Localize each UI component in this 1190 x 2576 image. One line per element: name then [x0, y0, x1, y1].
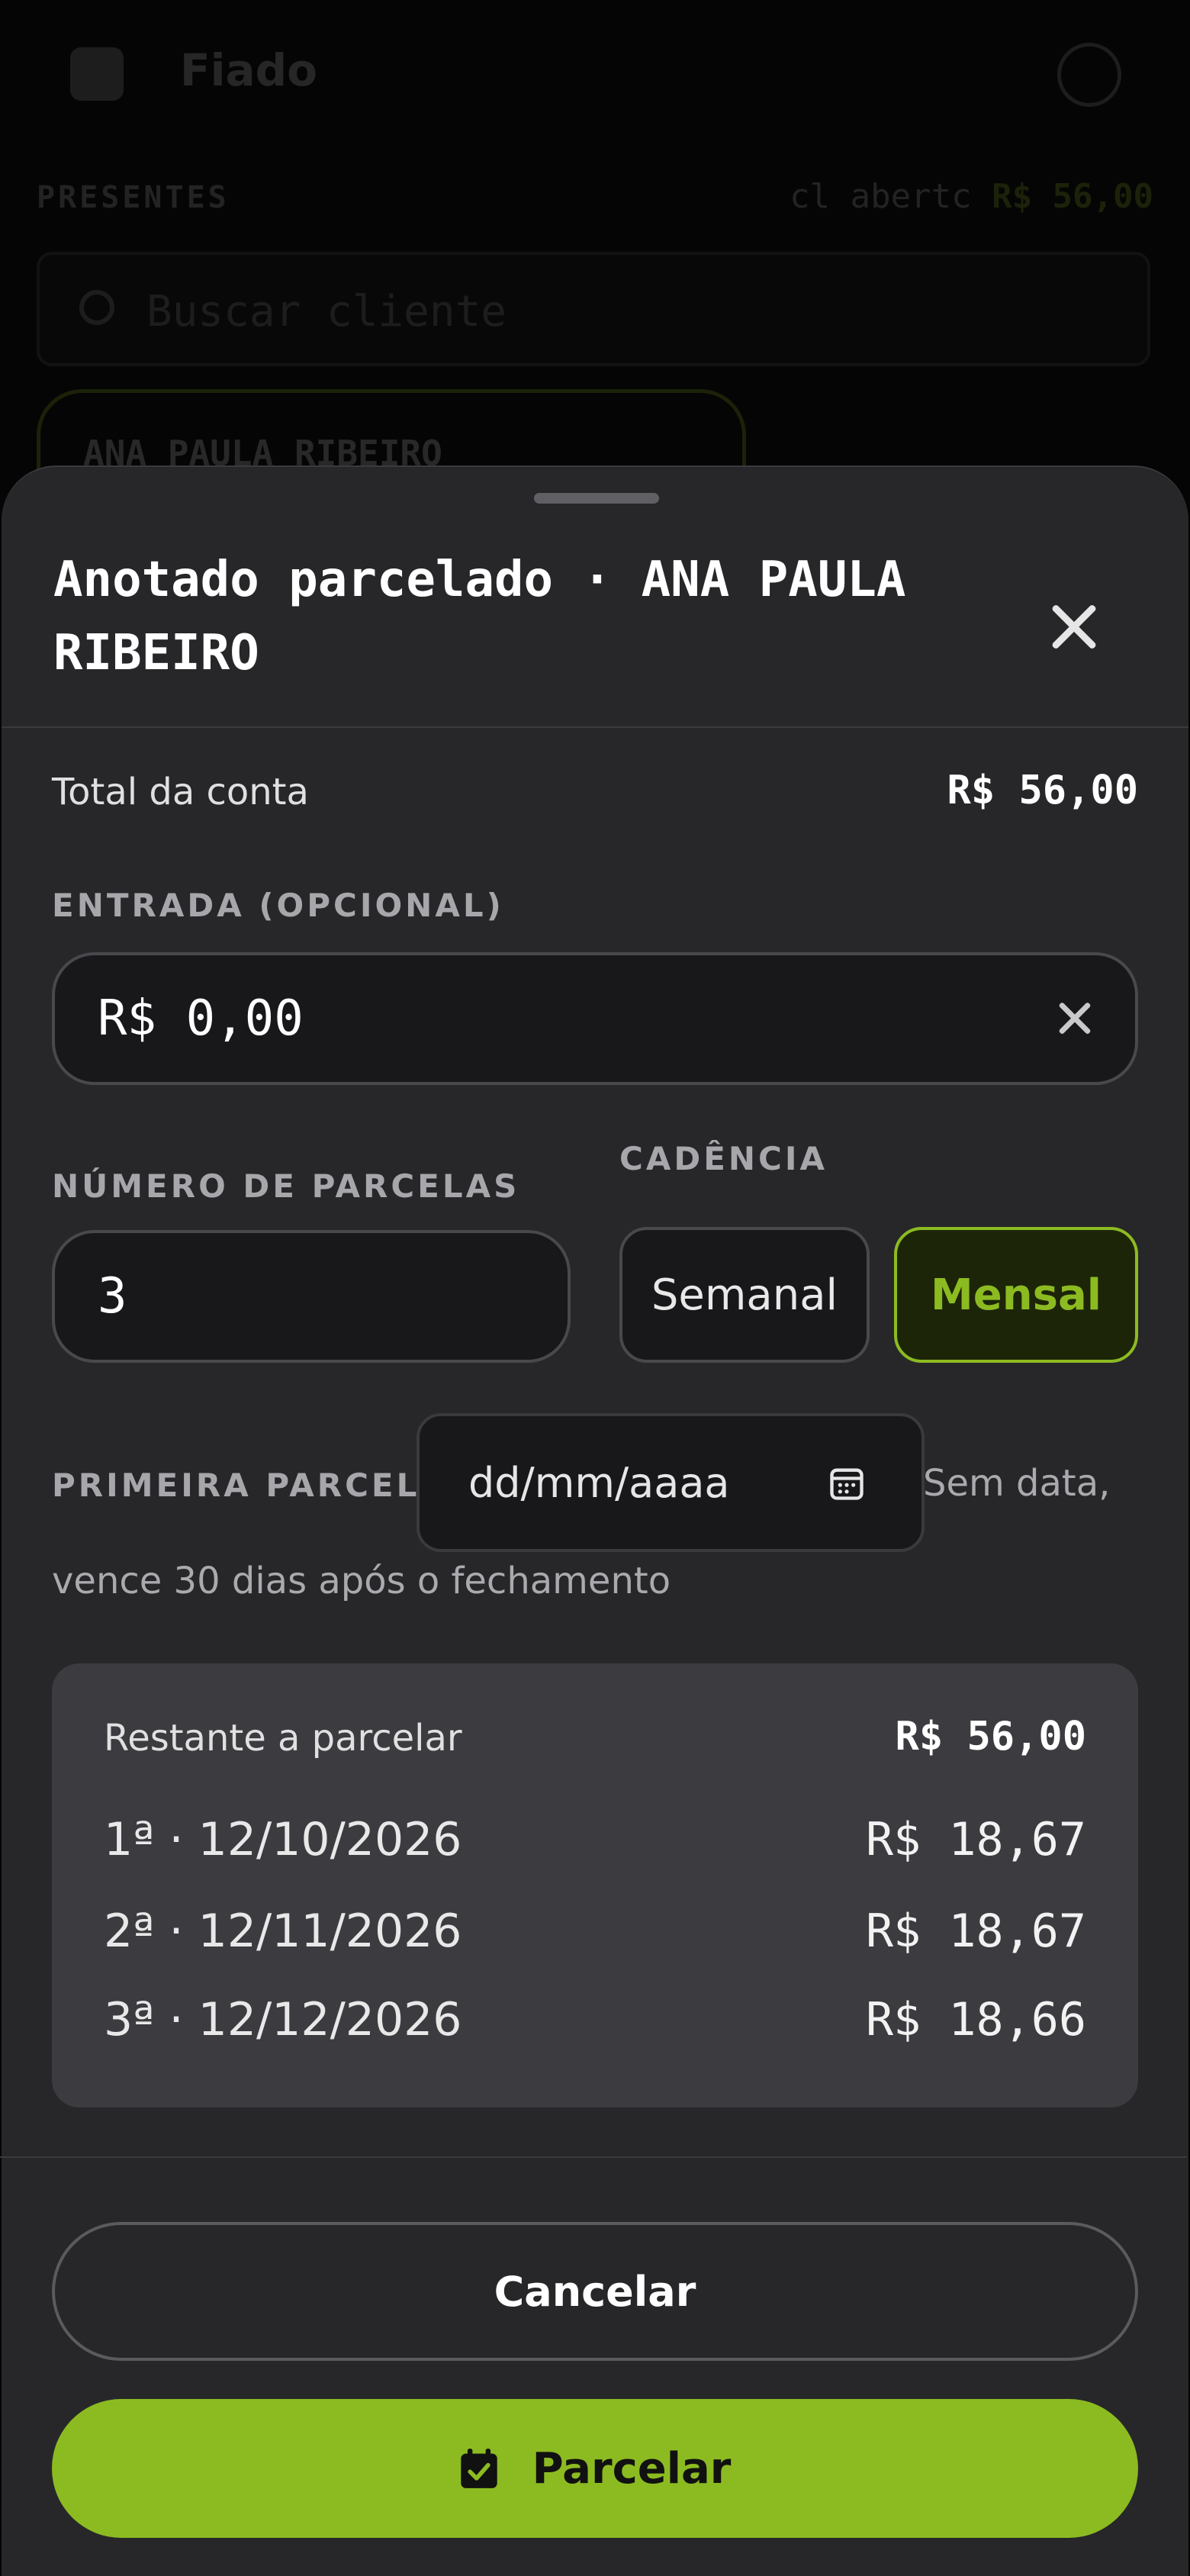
installment-row: 2ª · 12/11/2026 R$ 18,67	[104, 1905, 1086, 1966]
entrada-value[interactable]: R$ 0,00	[98, 990, 304, 1047]
cancel-button[interactable]: Cancelar	[52, 2222, 1138, 2361]
summary-label: Restante a parcelar	[104, 1717, 462, 1760]
avatar-icon	[1057, 43, 1121, 107]
menu-icon	[70, 47, 124, 101]
sheet-title: Anotado parcelado · ANA PAULA RIBEIRO	[53, 552, 906, 681]
background-section-label: PRESENTES	[37, 180, 230, 215]
date-hint-start: Sem data,	[923, 1462, 1111, 1505]
cadencia-mensal-button[interactable]: Mensal	[894, 1227, 1138, 1363]
summary-total: R$ 56,00	[895, 1714, 1086, 1760]
installment-amount: R$ 18,66	[866, 1993, 1086, 2046]
installment-amount: R$ 18,67	[866, 1813, 1086, 1866]
parcelas-value[interactable]: 3	[98, 1268, 127, 1325]
parcelar-button[interactable]: Parcelar	[52, 2399, 1138, 2538]
close-icon[interactable]	[1036, 589, 1112, 665]
total-value: R$ 56,00	[947, 768, 1138, 813]
cadencia-label: CADÊNCIA	[619, 1140, 828, 1177]
background-search-bar: Buscar cliente	[37, 252, 1150, 366]
background-topbar: Fiado	[0, 0, 1190, 145]
background-count-value: R$ 56,00	[992, 177, 1153, 216]
first-installment-date-input[interactable]: dd/mm/aaaa	[416, 1413, 925, 1552]
entrada-input[interactable]: R$ 0,00	[52, 952, 1138, 1085]
installment-row: 3ª · 12/12/2026 R$ 18,66	[104, 1993, 1086, 2054]
cadencia-semanal-button[interactable]: Semanal	[619, 1227, 870, 1363]
parcelar-label[interactable]: Parcelar	[532, 2444, 732, 2494]
total-label: Total da conta	[52, 771, 309, 813]
parcelas-input[interactable]: 3	[52, 1230, 571, 1363]
installment-row: 1ª · 12/10/2026 R$ 18,67	[104, 1813, 1086, 1874]
calendar-icon[interactable]	[827, 1463, 867, 1503]
installment-amount: R$ 18,67	[866, 1905, 1086, 1958]
sheet-grabber[interactable]	[534, 493, 659, 504]
installment-date: 1ª · 12/10/2026	[104, 1813, 462, 1866]
installment-date: 2ª · 12/11/2026	[104, 1905, 462, 1958]
parcelas-label: NÚMERO DE PARCELAS	[52, 1167, 520, 1205]
entrada-label: ENTRADA (OPCIONAL)	[52, 887, 504, 924]
installment-date: 3ª · 12/12/2026	[104, 1993, 462, 2046]
search-icon	[79, 290, 114, 325]
primeira-parcela-label: PRIMEIRA PARCELA	[52, 1467, 448, 1504]
background-app: Fiado PRESENTES cl abertc R$ 56,00 Busca…	[0, 0, 1190, 534]
background-app-title: Fiado	[180, 44, 318, 96]
calendar-check-icon	[460, 2449, 497, 2488]
clear-icon[interactable]	[1050, 993, 1100, 1044]
background-search-placeholder: Buscar cliente	[146, 287, 507, 336]
header-divider	[2, 726, 1188, 728]
date-placeholder: dd/mm/aaaa	[468, 1459, 730, 1507]
installment-summary: Restante a parcelar R$ 56,00 1ª · 12/10/…	[52, 1663, 1138, 2107]
footer-divider	[0, 2156, 1187, 2158]
date-hint-end: vence 30 dias após o fechamento	[52, 1560, 671, 1602]
background-open-count: cl abertc R$ 56,00	[790, 177, 1153, 216]
background-count-prefix: cl abertc	[790, 177, 972, 216]
